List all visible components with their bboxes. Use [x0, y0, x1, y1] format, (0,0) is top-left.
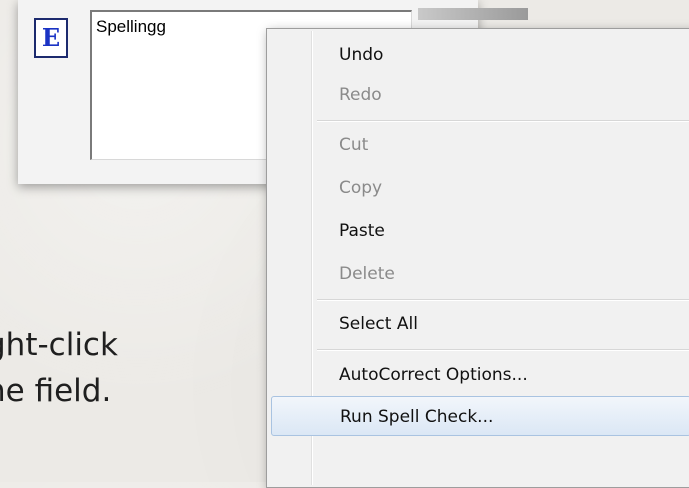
- menu-separator: [317, 349, 689, 351]
- instruction-line-1: ght-click: [0, 327, 118, 363]
- menu-item-run-spell-check[interactable]: Run Spell Check...: [271, 396, 689, 436]
- instruction-text: ght-click ne field.: [0, 322, 300, 414]
- panel-shadow-strip: [418, 8, 528, 20]
- context-menu: Undo Redo Cut Copy Paste Delete Select A…: [266, 28, 689, 488]
- menu-item-delete[interactable]: Delete: [317, 254, 689, 294]
- menu-item-undo[interactable]: Undo: [317, 35, 689, 75]
- menu-separator: [317, 299, 689, 301]
- menu-item-copy[interactable]: Copy: [317, 168, 689, 208]
- field-type-badge: E: [34, 18, 68, 58]
- menu-item-paste[interactable]: Paste: [317, 211, 689, 251]
- menu-item-select-all[interactable]: Select All: [317, 304, 689, 344]
- instruction-line-2: ne field.: [0, 373, 112, 409]
- menu-separator: [317, 120, 689, 122]
- menu-item-redo[interactable]: Redo: [317, 75, 689, 115]
- menu-item-autocorrect-options[interactable]: AutoCorrect Options...: [317, 355, 689, 395]
- menu-item-cut[interactable]: Cut: [317, 125, 689, 165]
